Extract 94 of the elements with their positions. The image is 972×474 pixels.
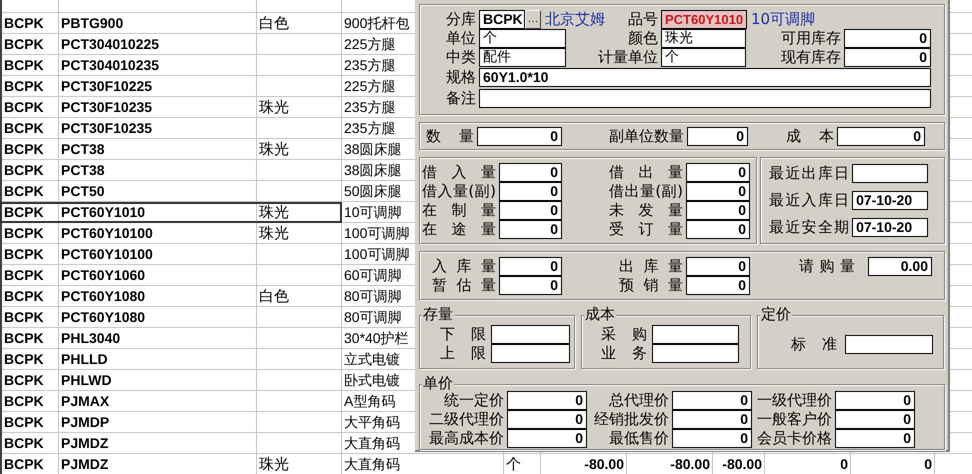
input-field[interactable] bbox=[652, 325, 739, 344]
input-field[interactable]: 60Y1.0*10 bbox=[479, 68, 931, 87]
input-field[interactable] bbox=[491, 344, 570, 363]
field-label: 预 销 量 bbox=[619, 276, 683, 294]
input-field[interactable]: 0 bbox=[477, 126, 562, 146]
table-cell: PCT50 bbox=[59, 181, 257, 202]
field-label: 计量单位 bbox=[597, 48, 658, 67]
input-field[interactable]: 0 bbox=[507, 390, 587, 410]
input-field[interactable]: 0 bbox=[844, 48, 931, 67]
input-field[interactable]: 0 bbox=[672, 428, 752, 448]
input-field[interactable]: 0 bbox=[686, 256, 750, 276]
table-cell: -80.00 bbox=[713, 454, 765, 474]
field-label: 业 务 bbox=[601, 344, 647, 363]
field-label: 采 购 bbox=[601, 325, 647, 344]
table-cell: -80.00 bbox=[541, 454, 627, 474]
field-label: 统一定价 bbox=[443, 390, 504, 410]
field-label: 在 制 量 bbox=[422, 200, 496, 220]
field-label: 请 购 量 bbox=[799, 256, 855, 276]
field-label: 品号 bbox=[627, 10, 658, 29]
table-cell: 珠光 bbox=[257, 454, 342, 474]
input-field[interactable]: 0 bbox=[844, 29, 931, 48]
input-field[interactable]: 0 bbox=[499, 276, 562, 294]
field-label: 借 入 量 bbox=[422, 162, 496, 182]
input-field[interactable]: 0 bbox=[837, 126, 925, 146]
group-title: 成本 bbox=[584, 305, 616, 323]
field-label: 出 库 量 bbox=[619, 256, 683, 276]
field-label: 未 发 量 bbox=[609, 200, 683, 220]
field-label: 一般客户价 bbox=[756, 410, 832, 428]
input-field[interactable]: BCPK bbox=[479, 10, 525, 29]
input-field[interactable] bbox=[852, 164, 928, 183]
table-cell: 大直角码 bbox=[342, 454, 504, 474]
input-field[interactable] bbox=[652, 344, 739, 363]
field-label: 成 本 bbox=[786, 126, 834, 146]
field-label: 颜色 bbox=[627, 29, 658, 48]
input-field[interactable]: 0 bbox=[507, 428, 587, 448]
input-field[interactable]: 个 bbox=[479, 29, 566, 48]
input-field[interactable]: 0 bbox=[686, 182, 750, 200]
field-label: 现有库存 bbox=[780, 48, 841, 67]
input-field[interactable]: 0.00 bbox=[868, 256, 932, 276]
input-field[interactable]: 0 bbox=[835, 428, 915, 448]
input-field[interactable] bbox=[491, 325, 570, 344]
field-label: 副单位数量 bbox=[608, 126, 684, 146]
field-label: 受 订 量 bbox=[609, 220, 683, 238]
branch-name: 北京艾姆 bbox=[545, 10, 606, 29]
input-field[interactable] bbox=[845, 334, 933, 354]
field-label: 借入量(副) bbox=[422, 182, 496, 200]
input-field[interactable]: 0 bbox=[686, 220, 750, 238]
input-field[interactable]: 0 bbox=[499, 200, 562, 220]
input-field[interactable]: 07-10-20 bbox=[852, 191, 928, 210]
field-label: 一级代理价 bbox=[756, 390, 832, 410]
table-cell: 个 bbox=[504, 454, 541, 474]
field-label: 最近安全期 bbox=[769, 218, 850, 237]
input-field[interactable]: 0 bbox=[687, 126, 748, 146]
input-field[interactable]: 07-10-20 bbox=[852, 218, 928, 237]
field-label: 总代理价 bbox=[608, 390, 669, 410]
field-label: 二级代理价 bbox=[428, 410, 504, 428]
input-field[interactable]: 0 bbox=[672, 410, 752, 428]
group-title: 定价 bbox=[760, 305, 792, 323]
input-field[interactable]: 0 bbox=[686, 200, 750, 220]
item-description: 10可调脚 bbox=[751, 10, 816, 29]
input-field[interactable]: 0 bbox=[499, 182, 562, 200]
field-label: 分库 bbox=[445, 10, 476, 29]
browse-button[interactable]: … bbox=[525, 10, 541, 29]
field-label: 可用库存 bbox=[780, 29, 841, 48]
table-cell: BCPK bbox=[2, 454, 59, 474]
field-label: 会员卡价格 bbox=[756, 428, 832, 448]
table-cell: 0 bbox=[765, 454, 851, 474]
input-field[interactable]: 配件 bbox=[479, 48, 566, 67]
input-field[interactable]: 0 bbox=[499, 162, 562, 182]
input-field[interactable]: 0 bbox=[686, 162, 750, 182]
table-cell: -80.00 bbox=[627, 454, 713, 474]
input-field[interactable]: 0 bbox=[835, 390, 915, 410]
input-field[interactable]: 0 bbox=[686, 276, 750, 294]
input-field[interactable]: 0 bbox=[835, 410, 915, 428]
table-cell: PJMDZ bbox=[59, 454, 257, 474]
field-label: 借出量(副) bbox=[609, 182, 683, 200]
table-cell: BCPK bbox=[2, 181, 59, 202]
input-field[interactable] bbox=[479, 89, 931, 108]
input-field[interactable]: 珠光 bbox=[661, 29, 746, 48]
field-label: 下 限 bbox=[440, 325, 486, 344]
field-label: 最近出库日 bbox=[769, 164, 850, 183]
input-field[interactable]: 0 bbox=[672, 390, 752, 410]
input-field[interactable]: 个 bbox=[661, 48, 746, 67]
field-label: 最近入库日 bbox=[769, 191, 850, 210]
group-title: 单价 bbox=[422, 374, 454, 392]
input-field[interactable]: 0 bbox=[499, 256, 562, 276]
field-label: 经销批发价 bbox=[593, 410, 669, 428]
input-field[interactable]: 0 bbox=[507, 410, 587, 428]
field-label: 标 准 bbox=[791, 334, 837, 354]
input-field[interactable]: 0 bbox=[499, 220, 562, 238]
field-label: 最低售价 bbox=[608, 428, 669, 448]
group-title: 存量 bbox=[422, 305, 454, 323]
field-label: 借 出 量 bbox=[609, 162, 683, 182]
table-cell: 0 bbox=[851, 454, 935, 474]
